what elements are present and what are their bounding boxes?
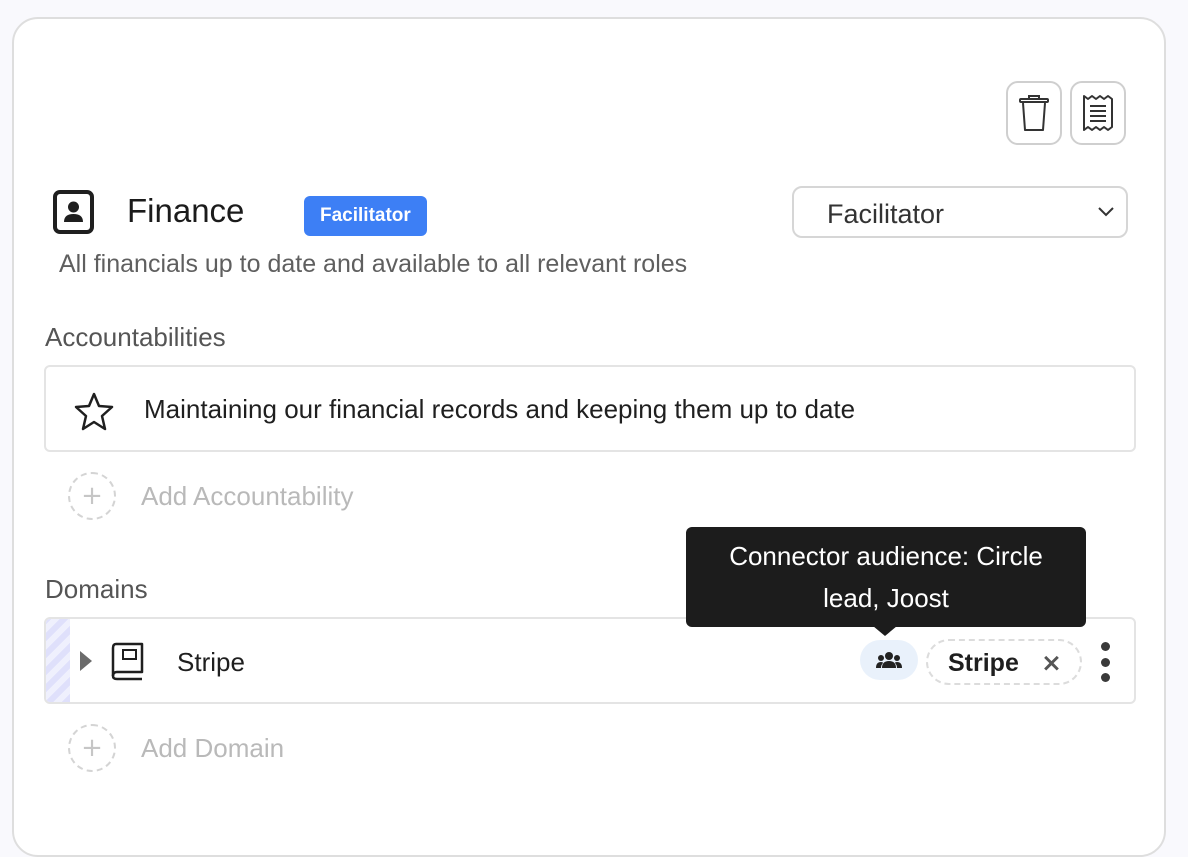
accountabilities-heading: Accountabilities: [45, 322, 226, 352]
add-accountability-button[interactable]: + Add Accountability: [68, 470, 353, 522]
notes-button[interactable]: [1070, 81, 1126, 145]
connector-audience-tooltip: Connector audience: Circle lead, Joost: [686, 527, 1086, 636]
add-accountability-label: Add Accountability: [141, 480, 354, 511]
plus-icon: +: [68, 724, 116, 772]
domains-heading: Domains: [45, 574, 148, 604]
close-icon[interactable]: ×: [1041, 648, 1062, 677]
accountability-row[interactable]: Maintaining our financial records and ke…: [44, 365, 1136, 452]
trash-icon: [1019, 95, 1049, 131]
connector-chip[interactable]: Stripe ×: [926, 639, 1082, 685]
domain-name: Stripe: [177, 647, 245, 677]
role-badge-icon: [53, 190, 94, 234]
book-icon: [111, 642, 144, 681]
receipt-icon: [1083, 95, 1113, 131]
add-domain-button[interactable]: + Add Domain: [68, 722, 284, 774]
connector-audience-button[interactable]: [860, 640, 918, 680]
more-options-icon[interactable]: [1092, 642, 1118, 682]
role-type-badge: Facilitator: [304, 196, 427, 236]
assignment-select[interactable]: Facilitator: [792, 186, 1128, 238]
delete-button[interactable]: [1006, 81, 1062, 145]
connector-chip-label: Stripe: [948, 649, 1019, 677]
star-icon: [74, 392, 114, 431]
add-domain-label: Add Domain: [141, 732, 285, 763]
users-icon: [876, 652, 902, 668]
expand-caret-icon[interactable]: [79, 651, 93, 671]
accountability-text: Maintaining our financial records and ke…: [144, 394, 856, 424]
chevron-down-icon: [1098, 207, 1114, 217]
role-title: Finance: [127, 192, 245, 229]
plus-icon: +: [68, 472, 116, 520]
domain-row[interactable]: Stripe Stripe ×: [44, 617, 1136, 704]
assignment-select-value: Facilitator: [827, 199, 945, 229]
role-purpose: All financials up to date and available …: [59, 250, 688, 278]
domain-stripe-bar: [46, 619, 70, 702]
tooltip-arrow: [873, 626, 897, 636]
tooltip-text: Connector audience: Circle lead, Joost: [729, 541, 1043, 613]
